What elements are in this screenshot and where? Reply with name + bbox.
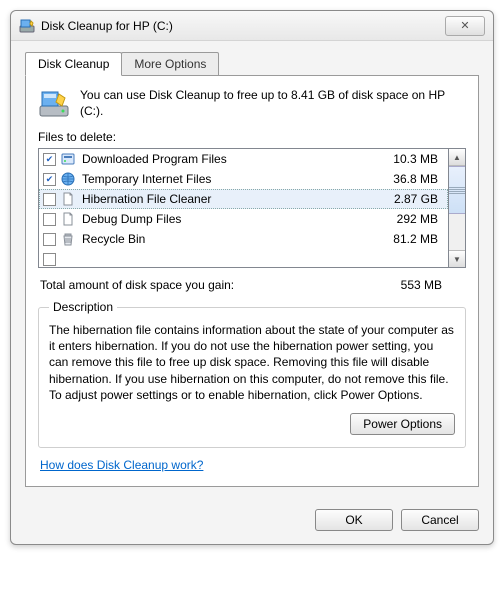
file-size: 2.87 GB (382, 192, 442, 206)
total-row: Total amount of disk space you gain: 553… (40, 278, 464, 292)
title-bar: Disk Cleanup for HP (C:) ✕ (11, 11, 493, 41)
file-name: Hibernation File Cleaner (82, 192, 382, 206)
checkbox[interactable] (43, 253, 56, 266)
close-icon: ✕ (460, 19, 469, 32)
checkbox[interactable] (43, 173, 56, 186)
program-icon (60, 151, 76, 167)
file-list-container: Downloaded Program Files10.3 MBTemporary… (38, 148, 466, 268)
tab-panel-disk-cleanup: You can use Disk Cleanup to free up to 8… (25, 75, 479, 487)
recycle-icon (60, 231, 76, 247)
file-size: 81.2 MB (382, 232, 442, 246)
file-icon (60, 191, 76, 207)
scroll-thumb[interactable] (449, 166, 465, 214)
file-name: Recycle Bin (82, 232, 382, 246)
drive-cleanup-icon (38, 88, 70, 120)
files-to-delete-label: Files to delete: (38, 130, 466, 144)
help-link[interactable]: How does Disk Cleanup work? (40, 458, 203, 472)
file-size: 292 MB (382, 212, 442, 226)
power-options-button[interactable]: Power Options (350, 413, 455, 435)
tab-disk-cleanup[interactable]: Disk Cleanup (25, 52, 122, 76)
checkbox[interactable] (43, 233, 56, 246)
file-icon (60, 211, 76, 227)
close-button[interactable]: ✕ (445, 16, 485, 36)
file-name: Downloaded Program Files (82, 152, 382, 166)
file-row[interactable]: Hibernation File Cleaner2.87 GB (39, 189, 448, 209)
scrollbar[interactable]: ▲ ▼ (449, 148, 466, 268)
description-legend: Description (49, 300, 117, 314)
checkbox[interactable] (43, 193, 56, 206)
content-area: Disk Cleanup More Options You can use Di… (11, 41, 493, 499)
total-value: 553 MB (401, 278, 464, 292)
dialog-button-row: OK Cancel (11, 499, 493, 543)
tab-more-options[interactable]: More Options (121, 52, 219, 76)
file-row[interactable]: Downloaded Program Files10.3 MB (39, 149, 448, 169)
checkbox[interactable] (43, 153, 56, 166)
scroll-down-button[interactable]: ▼ (449, 250, 465, 267)
scroll-up-button[interactable]: ▲ (449, 149, 465, 166)
file-size: 10.3 MB (382, 152, 442, 166)
disk-cleanup-icon (19, 18, 35, 34)
description-text: The hibernation file contains informatio… (49, 322, 455, 403)
file-row[interactable] (39, 249, 448, 268)
tab-strip: Disk Cleanup More Options (25, 52, 479, 76)
checkbox[interactable] (43, 213, 56, 226)
description-group: Description The hibernation file contain… (38, 300, 466, 448)
file-name: Temporary Internet Files (82, 172, 382, 186)
file-list[interactable]: Downloaded Program Files10.3 MBTemporary… (38, 148, 449, 268)
ok-button[interactable]: OK (315, 509, 393, 531)
internet-icon (60, 171, 76, 187)
dialog-window: Disk Cleanup for HP (C:) ✕ Disk Cleanup … (10, 10, 494, 545)
file-name: Debug Dump Files (82, 212, 382, 226)
intro-text: You can use Disk Cleanup to free up to 8… (80, 88, 466, 120)
cancel-button[interactable]: Cancel (401, 509, 479, 531)
intro-section: You can use Disk Cleanup to free up to 8… (38, 88, 466, 120)
file-size: 36.8 MB (382, 172, 442, 186)
file-row[interactable]: Recycle Bin81.2 MB (39, 229, 448, 249)
window-title: Disk Cleanup for HP (C:) (41, 19, 445, 33)
file-row[interactable]: Debug Dump Files292 MB (39, 209, 448, 229)
file-row[interactable]: Temporary Internet Files36.8 MB (39, 169, 448, 189)
total-label: Total amount of disk space you gain: (40, 278, 234, 292)
